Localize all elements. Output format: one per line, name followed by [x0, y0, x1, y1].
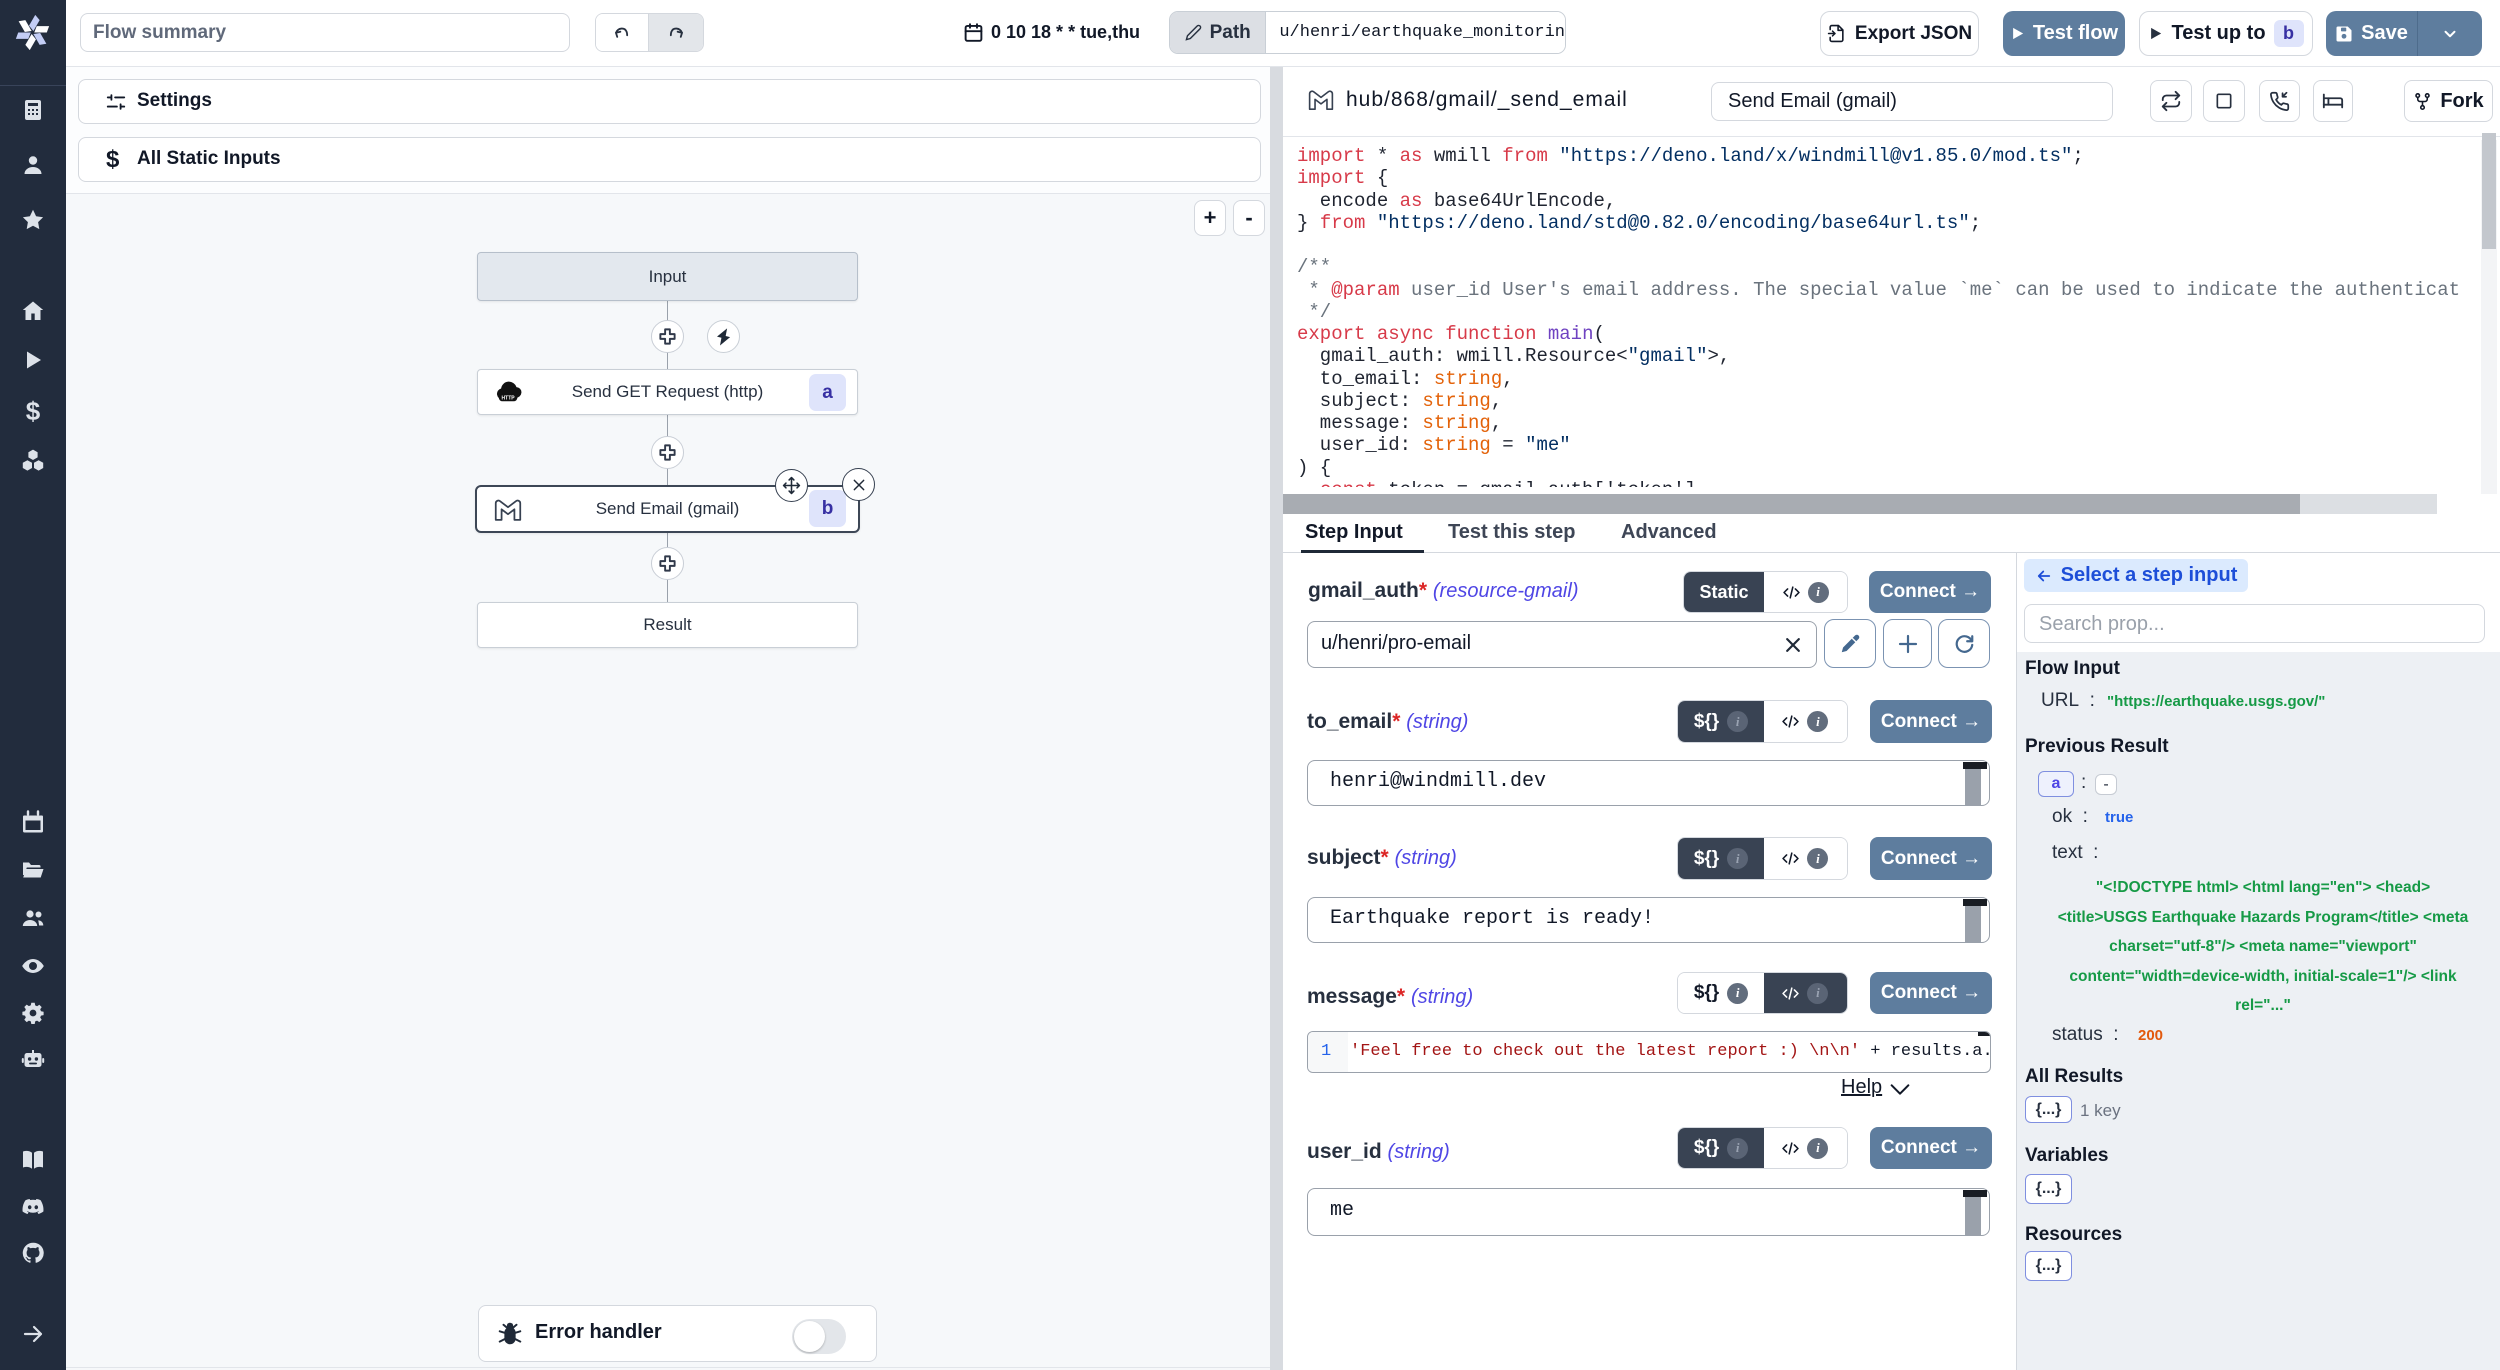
svg-text:HTTP: HTTP: [502, 396, 516, 402]
